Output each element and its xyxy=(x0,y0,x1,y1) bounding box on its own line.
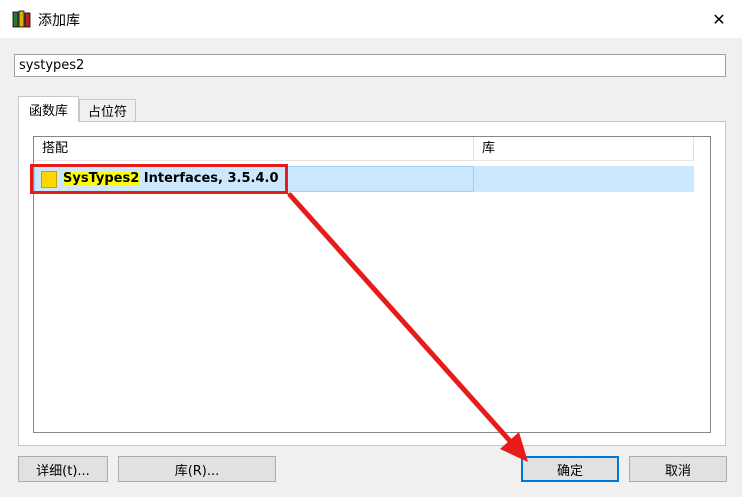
close-button[interactable]: ✕ xyxy=(696,0,742,38)
library-books-icon xyxy=(12,10,31,28)
annotation-highlight-box xyxy=(30,164,288,194)
close-icon: ✕ xyxy=(712,9,726,29)
library-button[interactable]: 库(R)... xyxy=(118,456,276,482)
column-header-match[interactable]: 搭配 xyxy=(34,137,474,161)
window-title: 添加库 xyxy=(38,13,80,29)
column-header-library[interactable]: 库 xyxy=(474,137,694,161)
details-button[interactable]: 详细(t)... xyxy=(18,456,108,482)
cancel-button[interactable]: 取消 xyxy=(629,456,727,482)
title-bar: 添加库 ✕ xyxy=(0,0,742,38)
tab-placeholders[interactable]: 占位符 xyxy=(79,99,136,121)
search-input[interactable]: systypes2 xyxy=(14,54,726,77)
tab-functions[interactable]: 函数库 xyxy=(18,96,79,122)
ok-button[interactable]: 确定 xyxy=(521,456,619,482)
